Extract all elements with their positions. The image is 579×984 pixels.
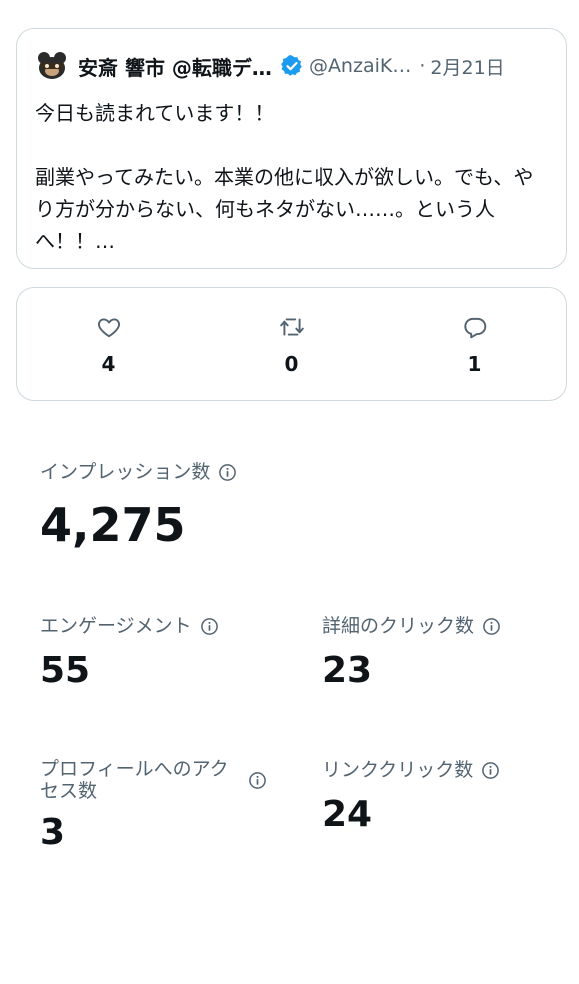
info-icon[interactable] (482, 617, 501, 636)
profile-visits-value: 3 (40, 812, 66, 853)
info-icon[interactable] (248, 771, 267, 790)
info-icon[interactable] (481, 761, 500, 780)
separator-dot: · (419, 55, 426, 77)
like-action[interactable]: 4 (17, 288, 200, 400)
detail-clicks-value: 23 (322, 650, 373, 691)
impressions-metric: インプレッション数 4,275 (40, 460, 237, 552)
engagements-metric: エンゲージメント 55 (40, 614, 219, 691)
like-count: 4 (101, 352, 116, 376)
author-name[interactable]: 安斎 響市 @転職デ… (78, 52, 272, 81)
impressions-label: インプレッション数 (40, 461, 211, 483)
detail-clicks-label: 詳細のクリック数 (322, 615, 475, 637)
info-icon[interactable] (200, 617, 219, 636)
link-clicks-label: リンククリック数 (322, 759, 474, 781)
info-icon[interactable] (218, 463, 237, 482)
profile-visits-label: プロフィールへのアクセス数 (40, 758, 229, 802)
engagements-label: エンゲージメント (40, 615, 192, 637)
retweet-icon (279, 318, 304, 336)
profile-visits-metric: プロフィールへのアクセス数 3 (40, 758, 267, 853)
verified-badge-icon (280, 54, 304, 78)
tweet-line-1: 今日も読まれています！！ (35, 101, 275, 125)
reply-count: 1 (467, 352, 482, 376)
author-handle[interactable]: @AnzaiK… (309, 55, 411, 77)
engagements-value: 55 (40, 650, 91, 691)
tweet-date[interactable]: 2月21日 (430, 53, 504, 80)
avatar[interactable] (35, 49, 69, 83)
link-clicks-metric: リンククリック数 24 (322, 758, 500, 835)
impressions-value: 4,275 (40, 498, 186, 552)
tweet-header: 安斎 響市 @転職デ… @AnzaiK… · 2月21日 (35, 49, 548, 83)
retweet-count: 0 (284, 352, 299, 376)
link-clicks-value: 24 (322, 794, 373, 835)
bear-avatar-icon (38, 52, 66, 79)
reply-action[interactable]: 1 (383, 288, 566, 400)
tweet-line-2: 副業やってみたい。本業の他に収入が欲しい。でも、やり方が分からない、何もネタがな… (35, 165, 534, 253)
tweet-card[interactable]: 安斎 響市 @転職デ… @AnzaiK… · 2月21日 今日も読まれています！… (16, 28, 567, 269)
heart-icon (97, 318, 120, 338)
retweet-action[interactable]: 0 (200, 288, 383, 400)
reply-bubble-icon (463, 317, 486, 339)
tweet-text: 今日も読まれています！！ 副業やってみたい。本業の他に収入が欲しい。でも、やり方… (35, 97, 548, 257)
detail-clicks-metric: 詳細のクリック数 23 (322, 614, 501, 691)
engagement-actions-card: 4 0 1 (16, 287, 567, 401)
